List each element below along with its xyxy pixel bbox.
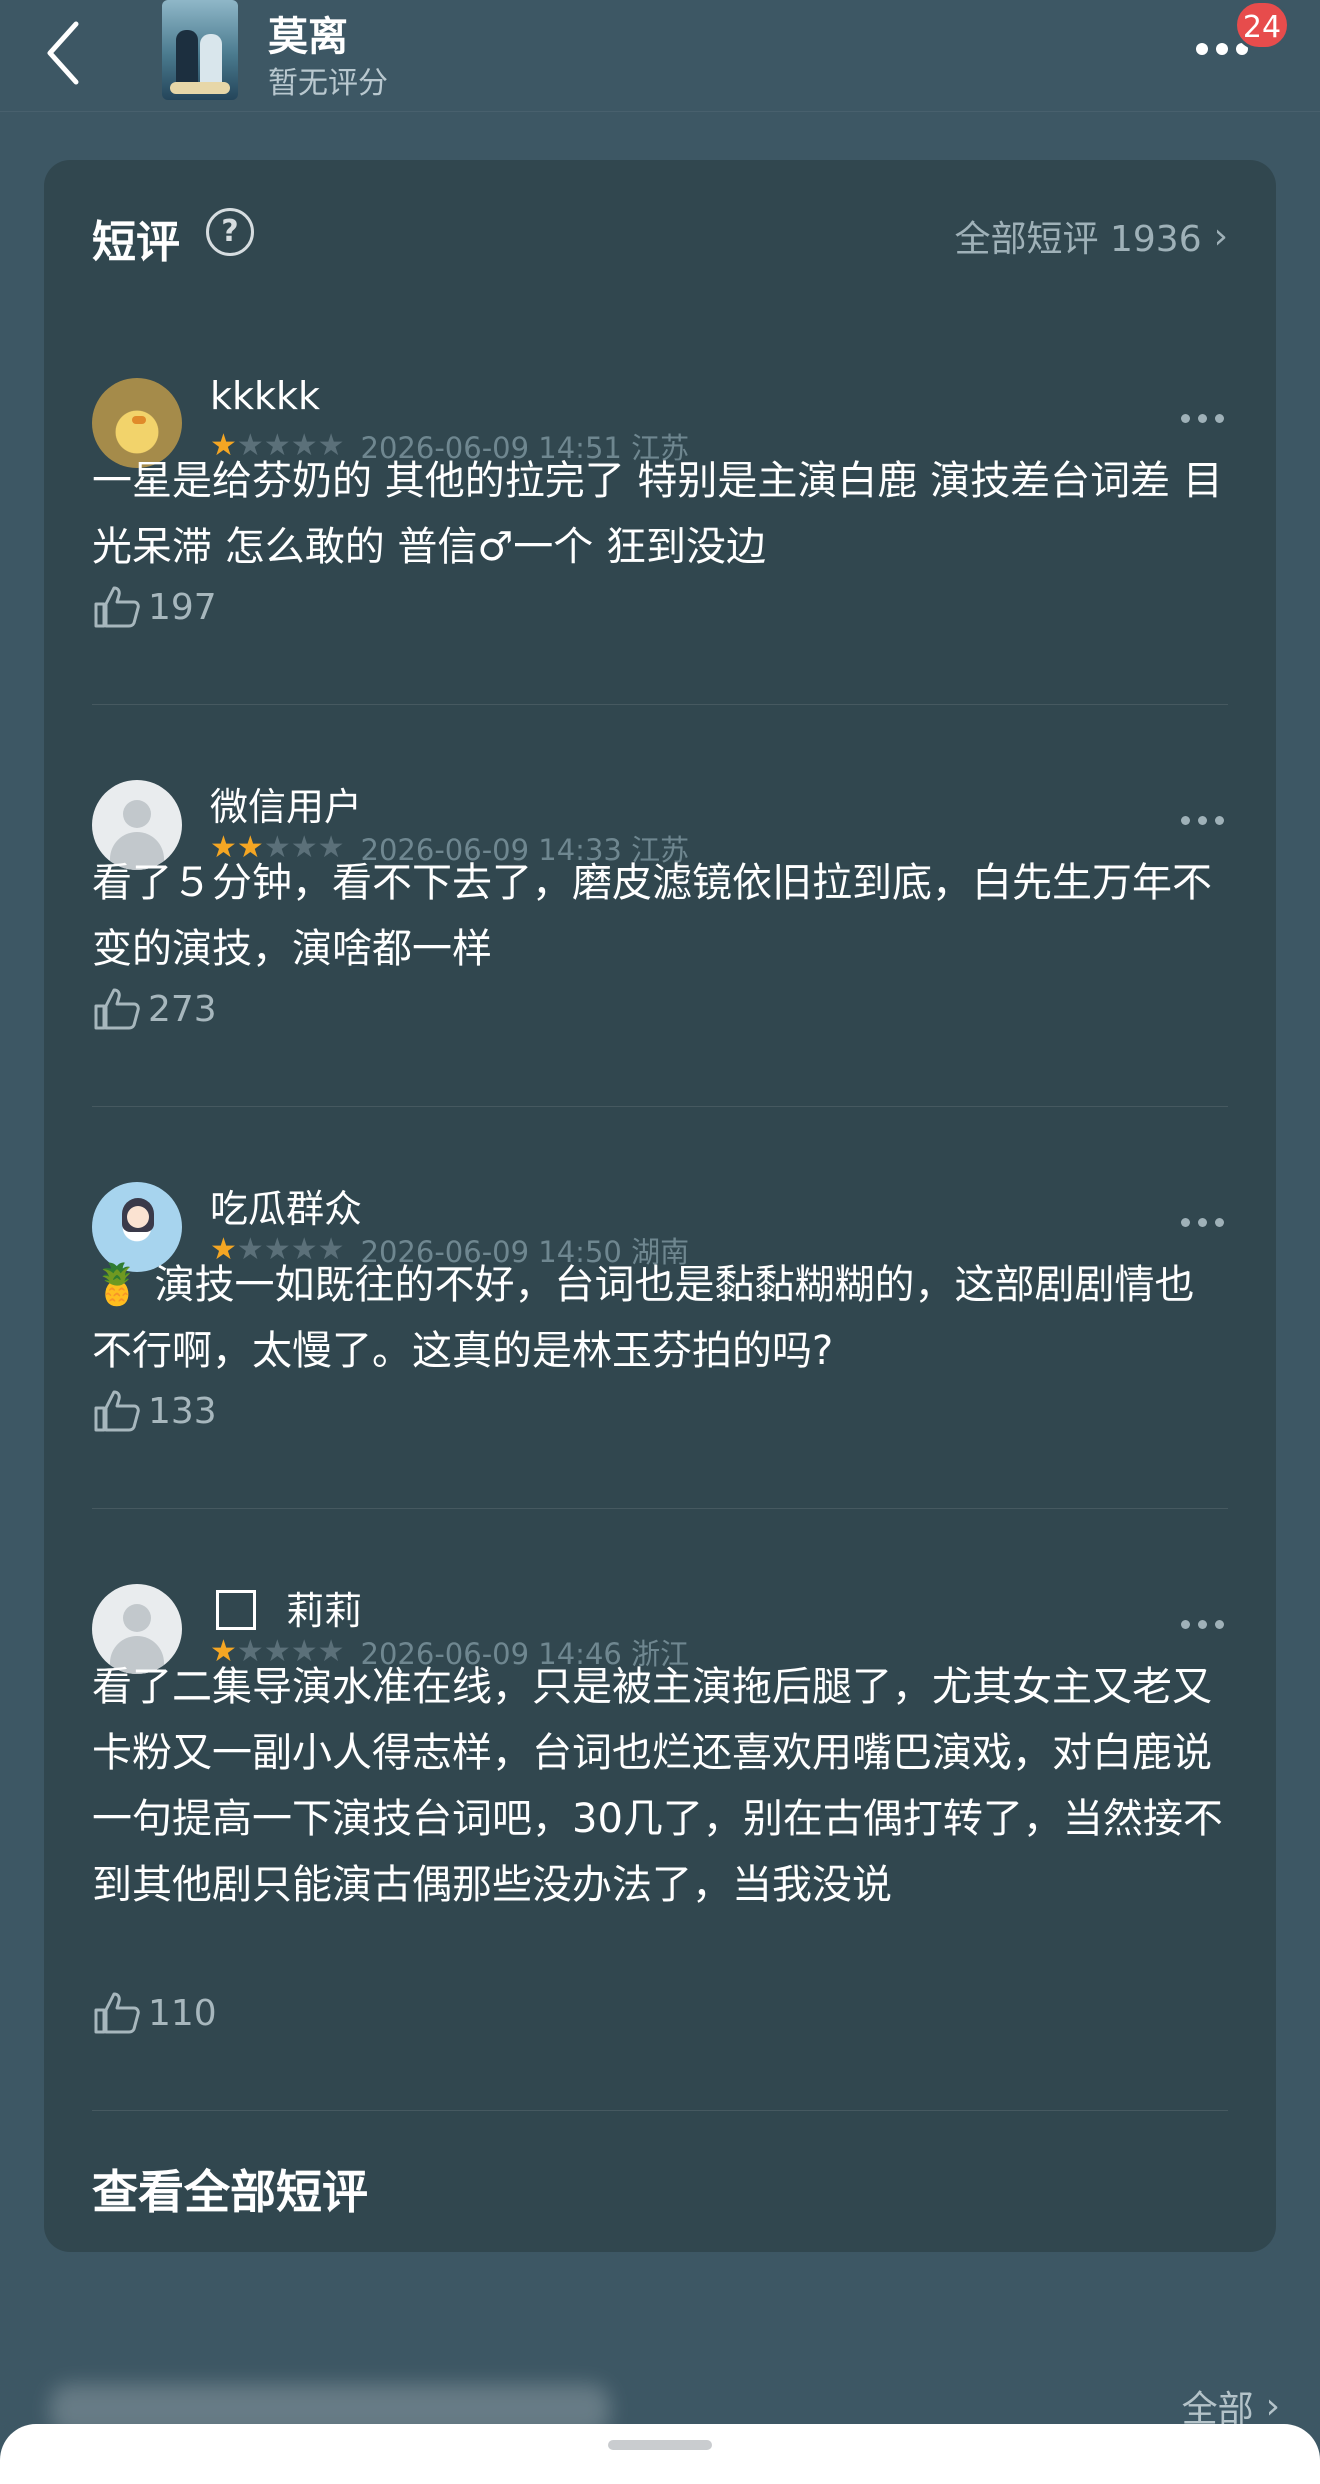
comment-more-button[interactable] — [1172, 1212, 1232, 1232]
show-rating: 暂无评分 — [268, 66, 388, 101]
divider — [92, 1106, 1228, 1107]
show-poster-thumbnail[interactable] — [162, 0, 238, 100]
missing-glyph-box-icon — [216, 1590, 256, 1630]
chevron-right-icon: › — [1213, 215, 1228, 257]
comment-more-button[interactable] — [1172, 1614, 1232, 1634]
chevron-right-icon: › — [1265, 2385, 1280, 2427]
like-button[interactable]: 110 — [92, 1990, 217, 2036]
like-count: 197 — [148, 586, 217, 628]
comment-item: 微信用户 ★ ★ ★ ★ ★ 2026-06-09 14:33 江苏 看了５分钟，看不下… — [92, 780, 1232, 1030]
comment-text: 看了二集导演水准在线，只是被主演拖后腿了，尤其女主又老又卡粉又一副小人得志样，台… — [92, 1664, 1223, 1908]
like-count: 110 — [148, 1992, 217, 2034]
username[interactable]: kkkkk — [210, 374, 320, 418]
comment-item: 莉莉 ★ ★ ★ ★ ★ 2026-06-09 14:46 浙江 看了二集导演水准在线，… — [92, 1584, 1232, 2034]
all-reviews-link[interactable]: 全部短评 1936 › — [955, 210, 1228, 262]
all-reviews-label: 全部短评 1936 — [954, 219, 1202, 260]
like-count: 273 — [148, 988, 217, 1030]
view-all-reviews-label: 查看全部短评 — [92, 2165, 368, 2219]
chevron-left-icon — [47, 21, 79, 85]
comment-more-button[interactable] — [1172, 408, 1232, 428]
comment-text: 看了５分钟，看不下去了，磨皮滤镜依旧拉到底，白先生万年不变的演技，演啥都一样 — [92, 860, 1212, 972]
like-button[interactable]: 197 — [92, 584, 217, 630]
view-all-reviews-button[interactable]: 查看全部短评 — [44, 2110, 1276, 2252]
username[interactable]: 莉莉 — [210, 1580, 362, 1635]
thumbs-up-icon — [94, 1390, 140, 1432]
username[interactable]: 微信用户 — [210, 776, 362, 831]
comment-item: 吃瓜群众 ★ ★ ★ ★ ★ 2026-06-09 14:50 湖南 🍍 演技一如既往的… — [92, 1182, 1232, 1432]
short-reviews-card: 短评 ? 全部短评 1936 › kkkkk ★ ★ ★ ★ ★ 2026-06-09 … — [44, 160, 1276, 2252]
like-button[interactable]: 273 — [92, 986, 217, 1032]
username[interactable]: 吃瓜群众 — [210, 1178, 362, 1233]
section-title: 短评 — [92, 217, 180, 268]
top-bar: 莫离 暂无评分 24 — [0, 0, 1320, 112]
comment-more-button[interactable] — [1172, 810, 1232, 830]
comment-text: 一星是给芬奶的 其他的拉完了 特别是主演白鹿 演技差台词差 目光呆滞 怎么敢的 … — [92, 458, 1223, 570]
comment-text: 🍍 演技一如既往的不好，台词也是黏黏糊糊的，这部剧剧情也不行啊，太慢了。这真的是… — [92, 1262, 1195, 1374]
back-button[interactable] — [44, 18, 104, 88]
sheet-drag-handle[interactable] — [608, 2440, 712, 2450]
divider — [92, 1508, 1228, 1509]
thumbs-up-icon — [94, 586, 140, 628]
bottom-sheet[interactable] — [0, 2424, 1320, 2484]
notification-badge: 24 — [1234, 0, 1290, 50]
thumbs-up-icon — [94, 1992, 140, 2034]
help-icon[interactable]: ? — [206, 208, 254, 256]
like-button[interactable]: 133 — [92, 1388, 217, 1434]
comment-item: kkkkk ★ ★ ★ ★ ★ 2026-06-09 14:51 江苏 一星是给芬奶的 … — [92, 374, 1232, 630]
show-title[interactable]: 莫离 — [268, 4, 348, 62]
like-count: 133 — [148, 1390, 217, 1432]
thumbs-up-icon — [94, 988, 140, 1030]
divider — [92, 704, 1228, 705]
